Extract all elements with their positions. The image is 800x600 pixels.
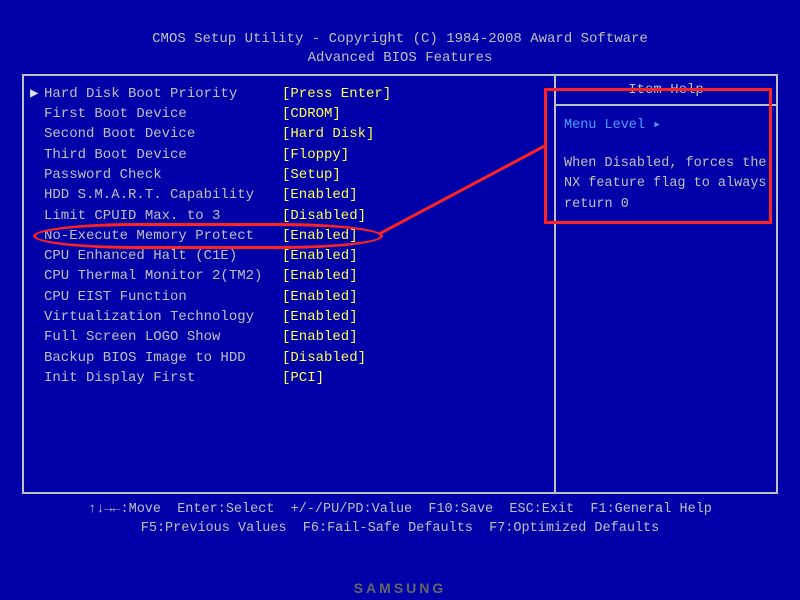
selection-arrow-icon <box>30 348 44 368</box>
item-help-text: When Disabled, forces the NX feature fla… <box>564 154 768 215</box>
setting-value[interactable]: [Enabled] <box>282 226 358 246</box>
setting-label: Init Display First <box>44 368 282 388</box>
setting-row[interactable]: Init Display First[PCI] <box>30 368 548 388</box>
setting-label: Backup BIOS Image to HDD <box>44 348 282 368</box>
selection-arrow-icon <box>30 206 44 226</box>
setting-label: Virtualization Technology <box>44 307 282 327</box>
selection-arrow-icon <box>30 226 44 246</box>
setting-label: Third Boot Device <box>44 145 282 165</box>
setting-value[interactable]: [Enabled] <box>282 246 358 266</box>
setting-label: Password Check <box>44 165 282 185</box>
setting-value[interactable]: [Enabled] <box>282 185 358 205</box>
selection-arrow-icon <box>30 145 44 165</box>
selection-arrow-icon <box>30 185 44 205</box>
setting-value[interactable]: [Disabled] <box>282 206 366 226</box>
setting-label: Full Screen LOGO Show <box>44 327 282 347</box>
footer-keys-line1: ↑↓→←:Move Enter:Select +/-/PU/PD:Value F… <box>22 500 778 520</box>
selection-arrow-icon <box>30 287 44 307</box>
bios-footer: ↑↓→←:Move Enter:Select +/-/PU/PD:Value F… <box>22 500 778 539</box>
bios-title-line2: Advanced BIOS Features <box>22 49 778 68</box>
monitor-brand: SAMSUNG <box>354 580 447 596</box>
setting-row[interactable]: HDD S.M.A.R.T. Capability[Enabled] <box>30 185 548 205</box>
setting-value[interactable]: [PCI] <box>282 368 324 388</box>
selection-arrow-icon <box>30 165 44 185</box>
setting-row[interactable]: Full Screen LOGO Show[Enabled] <box>30 327 548 347</box>
footer-keys-line2: F5:Previous Values F6:Fail-Safe Defaults… <box>22 519 778 539</box>
setting-value[interactable]: [Press Enter] <box>282 84 391 104</box>
setting-value[interactable]: [Enabled] <box>282 287 358 307</box>
setting-value[interactable]: [Hard Disk] <box>282 124 374 144</box>
setting-row[interactable]: Backup BIOS Image to HDD[Disabled] <box>30 348 548 368</box>
setting-label: HDD S.M.A.R.T. Capability <box>44 185 282 205</box>
setting-label: CPU Enhanced Halt (C1E) <box>44 246 282 266</box>
setting-row[interactable]: Virtualization Technology[Enabled] <box>30 307 548 327</box>
setting-value[interactable]: [CDROM] <box>282 104 341 124</box>
setting-row[interactable]: Third Boot Device[Floppy] <box>30 145 548 165</box>
item-help-title: Item Help <box>556 76 776 106</box>
setting-label: No-Execute Memory Protect <box>44 226 282 246</box>
item-help-panel: Item Help Menu Level ▸ When Disabled, fo… <box>556 76 776 492</box>
selection-arrow-icon <box>30 307 44 327</box>
setting-row[interactable]: Limit CPUID Max. to 3[Disabled] <box>30 206 548 226</box>
setting-row[interactable]: Password Check[Setup] <box>30 165 548 185</box>
setting-row[interactable]: No-Execute Memory Protect[Enabled] <box>30 226 548 246</box>
setting-row[interactable]: First Boot Device[CDROM] <box>30 104 548 124</box>
setting-value[interactable]: [Setup] <box>282 165 341 185</box>
setting-row[interactable]: CPU Enhanced Halt (C1E)[Enabled] <box>30 246 548 266</box>
selection-arrow-icon <box>30 266 44 286</box>
setting-row[interactable]: Second Boot Device[Hard Disk] <box>30 124 548 144</box>
setting-row[interactable]: CPU EIST Function[Enabled] <box>30 287 548 307</box>
selection-arrow-icon <box>30 104 44 124</box>
menu-level-label: Menu Level <box>564 116 645 136</box>
item-help-body: Menu Level ▸ When Disabled, forces the N… <box>556 106 776 225</box>
settings-panel: ▶Hard Disk Boot Priority[Press Enter]Fir… <box>24 76 556 492</box>
setting-label: Second Boot Device <box>44 124 282 144</box>
setting-value[interactable]: [Enabled] <box>282 307 358 327</box>
selection-arrow-icon <box>30 246 44 266</box>
setting-value[interactable]: [Floppy] <box>282 145 349 165</box>
setting-label: CPU EIST Function <box>44 287 282 307</box>
setting-label: First Boot Device <box>44 104 282 124</box>
selection-arrow-icon <box>30 368 44 388</box>
setting-value[interactable]: [Enabled] <box>282 266 358 286</box>
selection-arrow-icon: ▶ <box>30 84 44 104</box>
bios-frame: ▶Hard Disk Boot Priority[Press Enter]Fir… <box>22 74 778 494</box>
setting-label: Hard Disk Boot Priority <box>44 84 282 104</box>
setting-label: Limit CPUID Max. to 3 <box>44 206 282 226</box>
setting-row[interactable]: CPU Thermal Monitor 2(TM2)[Enabled] <box>30 266 548 286</box>
selection-arrow-icon <box>30 327 44 347</box>
setting-row[interactable]: ▶Hard Disk Boot Priority[Press Enter] <box>30 84 548 104</box>
bios-title-line1: CMOS Setup Utility - Copyright (C) 1984-… <box>22 30 778 49</box>
setting-value[interactable]: [Enabled] <box>282 327 358 347</box>
menu-level-arrow-icon: ▸ <box>653 116 661 136</box>
setting-value[interactable]: [Disabled] <box>282 348 366 368</box>
menu-level-row: Menu Level ▸ <box>564 116 768 136</box>
selection-arrow-icon <box>30 124 44 144</box>
bios-header: CMOS Setup Utility - Copyright (C) 1984-… <box>22 30 778 68</box>
setting-label: CPU Thermal Monitor 2(TM2) <box>44 266 282 286</box>
